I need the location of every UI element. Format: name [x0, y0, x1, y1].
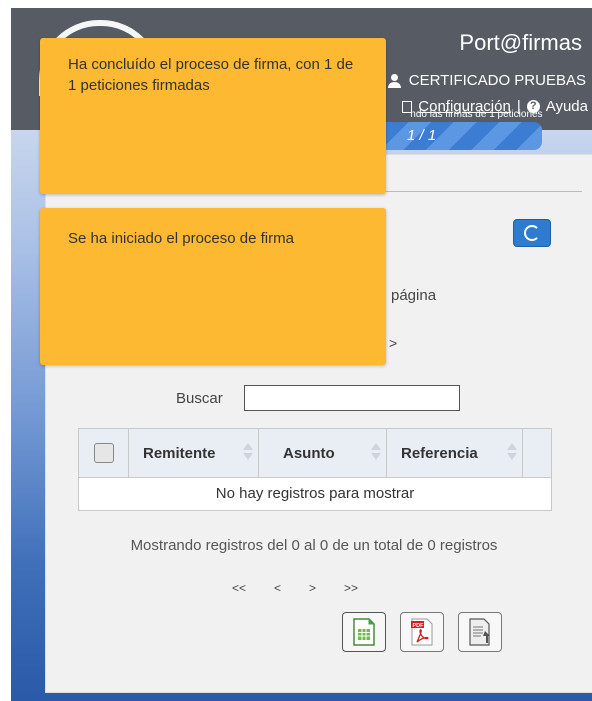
pagination: << < > >>	[232, 581, 358, 595]
user-icon	[387, 73, 401, 88]
export-doc-button[interactable]	[458, 612, 502, 652]
pdf-icon: PDF	[411, 618, 433, 646]
pager-next[interactable]: >	[309, 581, 316, 595]
select-all-checkbox[interactable]	[93, 443, 114, 463]
config-row: Configuración ndo las firmas de 1 petici…	[400, 98, 588, 120]
export-buttons: PDF	[342, 612, 502, 652]
spreadsheet-icon	[353, 618, 375, 646]
toast-message: Ha concluído el proceso de firma, con 1 …	[68, 56, 354, 94]
help-link[interactable]: Ayuda	[546, 98, 588, 115]
pager-first[interactable]: <<	[232, 581, 246, 595]
config-link[interactable]: Configuración ndo las firmas de 1 petici…	[410, 98, 542, 120]
notification-toast: Se ha iniciado el proceso de firma	[40, 208, 386, 365]
document-icon	[469, 618, 490, 646]
signing-progress-bar: 1 / 1	[386, 122, 542, 150]
table-header-row: Remitente Asunto Referencia	[79, 429, 551, 478]
notification-toast: Ha concluído el proceso de firma, con 1 …	[40, 38, 386, 194]
page-size-label-partial: página	[391, 287, 437, 304]
pager-last[interactable]: >>	[344, 581, 358, 595]
refresh-icon	[524, 225, 540, 241]
column-label: Referencia	[401, 444, 478, 462]
user-row: CERTIFICADO PRUEBAS	[387, 72, 586, 89]
progress-overlay-text: ndo las firmas de 1 peticiones	[410, 109, 543, 120]
requests-table: Remitente Asunto Referencia No hay regis…	[78, 428, 552, 511]
app-title: Port@firmas	[459, 30, 582, 55]
column-asunto[interactable]: Asunto	[259, 429, 387, 477]
refresh-button[interactable]	[513, 219, 551, 247]
search-label: Buscar	[176, 390, 223, 407]
column-remitente[interactable]: Remitente	[129, 429, 259, 477]
select-all-cell	[79, 429, 129, 477]
toast-message: Se ha iniciado el proceso de firma	[68, 230, 294, 247]
column-label: Asunto	[283, 444, 335, 462]
export-calc-button[interactable]	[342, 612, 386, 652]
progress-label: 1 / 1	[407, 127, 437, 144]
column-extra	[523, 429, 551, 477]
column-referencia[interactable]: Referencia	[387, 429, 523, 477]
svg-text:PDF: PDF	[413, 623, 425, 629]
export-pdf-button[interactable]: PDF	[400, 612, 444, 652]
user-name: CERTIFICADO PRUEBAS	[408, 72, 586, 89]
search-input[interactable]	[244, 385, 460, 411]
records-info: Mostrando registros del 0 al 0 de un tot…	[130, 537, 498, 554]
empty-message: No hay registros para mostrar	[215, 485, 415, 502]
column-label: Remitente	[143, 444, 216, 462]
page-nav-partial: >	[389, 335, 398, 351]
pager-prev[interactable]: <	[274, 581, 281, 595]
